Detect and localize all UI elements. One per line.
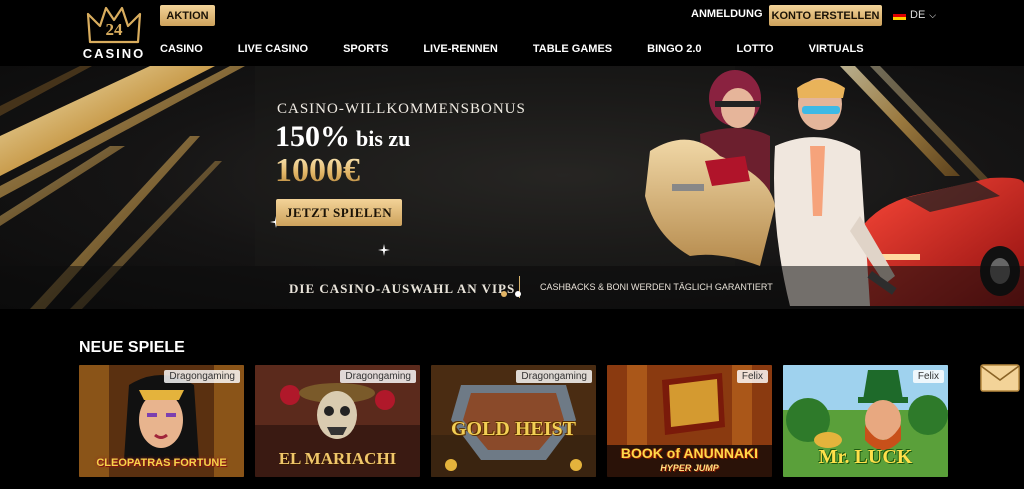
logo-wordmark: CASINO	[82, 46, 146, 61]
new-games-title: NEUE SPIELE	[79, 339, 185, 356]
main-nav: CASINO LIVE CASINO SPORTS LIVE-RENNEN TA…	[160, 43, 864, 55]
provider-badge: Dragongaming	[516, 370, 592, 383]
nav-item-sports[interactable]: SPORTS	[343, 43, 388, 55]
carousel-dot-1[interactable]	[501, 291, 507, 297]
games-row: Dragongaming CLEOPATRAS FORTUNE Dragonga…	[79, 365, 948, 477]
hero-subtitle: CASINO-WILLKOMMENSBONUS	[277, 101, 526, 117]
nav-item-virtuals[interactable]: VIRTUALS	[809, 43, 864, 55]
game-card-cleopatras-fortune[interactable]: Dragongaming CLEOPATRAS FORTUNE	[79, 365, 244, 477]
nav-item-live-rennen[interactable]: LIVE-RENNEN	[423, 43, 498, 55]
sparkle-icon	[378, 244, 390, 256]
logo-number: 24	[105, 20, 123, 39]
game-title: BOOK of ANUNNAKI	[620, 445, 759, 461]
language-code: DE	[910, 9, 926, 21]
game-subtitle: HYPER JUMP	[660, 463, 719, 473]
carousel-dots	[501, 291, 521, 297]
hero-cashback-text: CASHBACKS & BONI WERDEN TÄGLICH GARANTIE…	[540, 282, 773, 292]
game-title: CLEOPATRAS FORTUNE	[96, 457, 227, 469]
language-selector[interactable]: DE ⌵	[893, 9, 936, 21]
game-title: Mr. LUCK	[818, 446, 913, 468]
provider-badge: Felix	[736, 370, 768, 383]
nav-item-live-casino[interactable]: LIVE CASINO	[238, 43, 308, 55]
game-card-el-mariachi[interactable]: Dragongaming EL MARIACHI	[255, 365, 420, 477]
german-flag-icon	[893, 10, 906, 20]
provider-badge: Felix	[912, 370, 944, 383]
hero-banner[interactable]: CASINO-WILLKOMMENSBONUS 150% bis zu 1000€…	[0, 66, 1024, 309]
hero-up-to: bis zu	[356, 126, 411, 151]
hero-headline: 150% bis zu	[275, 120, 410, 154]
nav-item-table-games[interactable]: TABLE GAMES	[533, 43, 612, 55]
casino-logo[interactable]: 24 CASINO	[78, 4, 150, 62]
nav-item-lotto[interactable]: LOTTO	[737, 43, 774, 55]
nav-item-bingo[interactable]: BINGO 2.0	[647, 43, 701, 55]
game-card-book-of-anunnaki[interactable]: Felix BOOK of ANUNNAKI HYPER JUMP	[607, 365, 772, 477]
hero-vip-text: DIE CASINO-AUSWAHL AN VIPS	[289, 281, 516, 296]
game-card-mr-luck[interactable]: Felix Mr. LUCK	[783, 365, 948, 477]
login-link[interactable]: ANMELDUNG	[691, 8, 763, 20]
hero-percent: 150%	[275, 120, 350, 153]
chevron-down-icon: ⌵	[929, 9, 937, 20]
nav-item-casino[interactable]: CASINO	[160, 43, 203, 55]
top-header: 24 CASINO AKTION ANMELDUNG KONTO ERSTELL…	[0, 0, 1024, 66]
game-title: GOLD HEIST	[450, 418, 577, 440]
play-now-button[interactable]: JETZT SPIELEN	[276, 199, 402, 226]
envelope-icon[interactable]	[980, 364, 1020, 392]
game-title: EL MARIACHI	[278, 449, 397, 468]
hero-amount: 1000€	[275, 152, 360, 189]
game-card-gold-heist[interactable]: Dragongaming GOLD HEIST	[431, 365, 596, 477]
provider-badge: Dragongaming	[340, 370, 416, 383]
aktion-button[interactable]: AKTION	[160, 5, 215, 26]
carousel-dot-2[interactable]	[515, 291, 521, 297]
register-button[interactable]: KONTO ERSTELLEN	[769, 5, 882, 26]
provider-badge: Dragongaming	[164, 370, 240, 383]
